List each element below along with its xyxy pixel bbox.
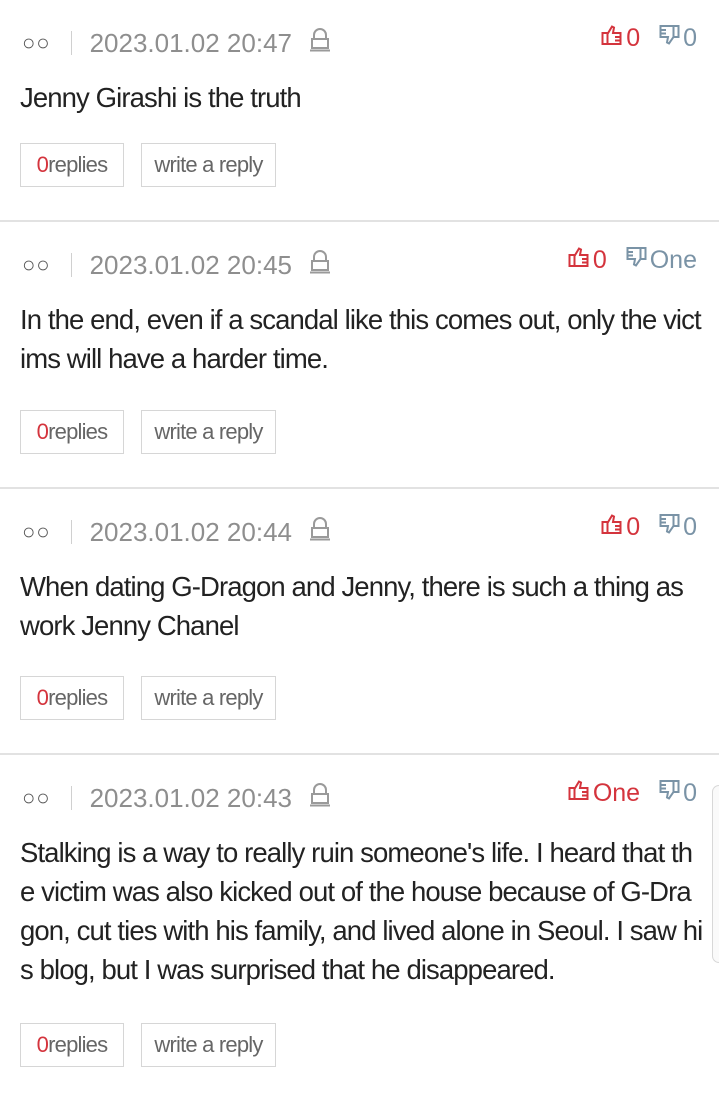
replies-label: replies — [48, 419, 108, 444]
comment-date: 2023.01.02 20:45 — [89, 249, 292, 280]
like-count: 0 — [592, 245, 607, 274]
replies-label: replies — [48, 685, 108, 710]
dislike-button[interactable]: 0 — [658, 513, 697, 542]
comment-nickname: ○○ — [22, 519, 51, 544]
replies-button[interactable]: 0 replies — [20, 143, 124, 187]
like-button[interactable]: 0 — [568, 246, 607, 275]
dislike-count: 0 — [683, 512, 697, 541]
comment-date: 2023.01.02 20:44 — [89, 516, 292, 547]
comment-actions: 0 replies write a reply — [20, 676, 276, 720]
write-reply-button[interactable]: write a reply — [141, 410, 276, 454]
write-reply-button[interactable]: write a reply — [141, 143, 276, 187]
thumbs-down-icon — [625, 246, 650, 275]
replies-button[interactable]: 0 replies — [20, 410, 124, 454]
meta-divider — [70, 520, 72, 544]
thumbs-down-icon — [658, 24, 683, 53]
vote-controls: 0 One — [568, 244, 697, 276]
comment-nickname: ○○ — [22, 30, 51, 55]
meta-divider — [70, 253, 72, 277]
replies-button[interactable]: 0 replies — [20, 1023, 124, 1067]
comment-meta: ○○ 2023.01.02 20:44 — [22, 515, 330, 549]
vote-controls: 0 0 — [601, 22, 697, 54]
replies-button[interactable]: 0 replies — [20, 676, 124, 720]
dislike-button[interactable]: 0 — [658, 779, 697, 808]
like-button[interactable]: 0 — [601, 24, 640, 53]
thumbs-up-icon — [601, 24, 626, 53]
thumbs-up-icon — [568, 246, 593, 275]
meta-divider — [70, 31, 72, 55]
replies-label: replies — [48, 152, 108, 177]
dislike-count: 0 — [683, 778, 697, 807]
scrollbar-thumb[interactable] — [712, 785, 719, 963]
replies-count: 0 — [36, 1032, 49, 1057]
like-button[interactable]: One — [568, 779, 640, 808]
write-reply-button[interactable]: write a reply — [141, 676, 276, 720]
dislike-count: One — [649, 245, 697, 274]
dislike-button[interactable]: 0 — [658, 24, 697, 53]
write-reply-button[interactable]: write a reply — [141, 1023, 276, 1067]
comment-date: 2023.01.02 20:47 — [89, 27, 292, 58]
comment-nickname: ○○ — [22, 785, 51, 810]
vote-controls: 0 0 — [601, 511, 697, 543]
replies-count: 0 — [36, 152, 49, 177]
like-count: One — [592, 778, 641, 807]
lock-icon — [310, 782, 330, 814]
like-button[interactable]: 0 — [601, 513, 640, 542]
comment-meta: ○○ 2023.01.02 20:45 — [22, 248, 330, 282]
comment-item: ○○ 2023.01.02 20:45 0 One In the end, ev… — [0, 222, 719, 489]
comment-text: Stalking is a way to really ruin someone… — [20, 837, 703, 985]
like-count: 0 — [626, 23, 641, 52]
thumbs-up-icon — [568, 779, 593, 808]
thumbs-up-icon — [601, 513, 626, 542]
comment-actions: 0 replies write a reply — [20, 143, 276, 187]
lock-icon — [310, 27, 330, 59]
like-count: 0 — [626, 512, 641, 541]
comment-meta: ○○ 2023.01.02 20:47 — [22, 26, 330, 60]
replies-label: replies — [48, 1032, 108, 1057]
comment-item: ○○ 2023.01.02 20:43 One 0 Stalking is a … — [0, 755, 719, 1098]
comment-date: 2023.01.02 20:43 — [89, 782, 292, 813]
comment-text: When dating G-Dragon and Jenny, there is… — [20, 571, 684, 641]
thumbs-down-icon — [658, 513, 683, 542]
vote-controls: One 0 — [568, 777, 697, 809]
dislike-button[interactable]: One — [625, 246, 697, 275]
replies-count: 0 — [36, 685, 49, 710]
replies-count: 0 — [36, 419, 49, 444]
lock-icon — [310, 249, 330, 281]
comment-actions: 0 replies write a reply — [20, 1023, 276, 1067]
meta-divider — [70, 786, 72, 810]
comment-actions: 0 replies write a reply — [20, 410, 276, 454]
comment-item: ○○ 2023.01.02 20:47 0 0 Jenny Girashi is… — [0, 0, 719, 222]
thumbs-down-icon — [658, 779, 683, 808]
lock-icon — [310, 516, 330, 548]
comment-text: In the end, even if a scandal like this … — [20, 304, 702, 374]
dislike-count: 0 — [683, 23, 697, 52]
comment-item: ○○ 2023.01.02 20:44 0 0 When dating G-Dr… — [0, 489, 719, 755]
comment-text: Jenny Girashi is the truth — [20, 82, 302, 113]
comment-meta: ○○ 2023.01.02 20:43 — [22, 781, 330, 815]
comment-nickname: ○○ — [22, 252, 51, 277]
